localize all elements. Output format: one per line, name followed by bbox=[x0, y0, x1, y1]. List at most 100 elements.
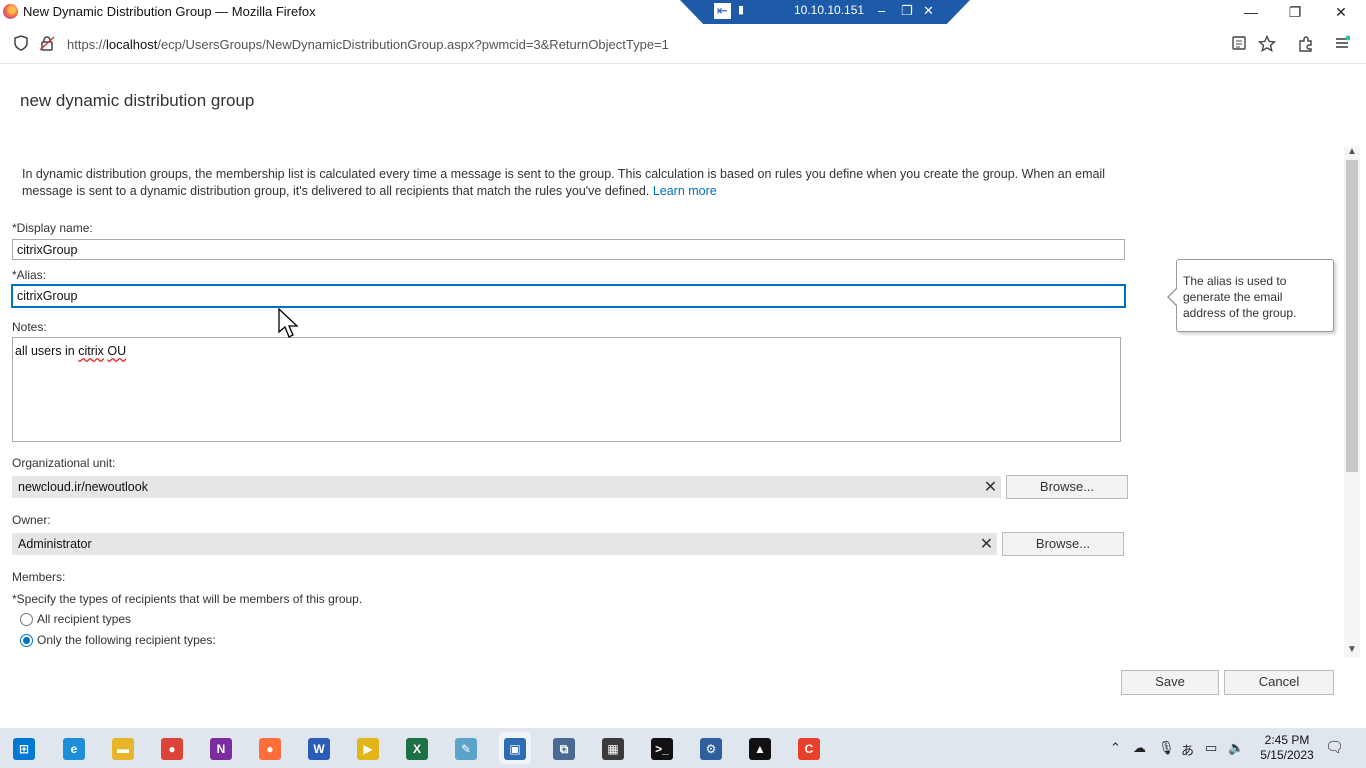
file-explorer-icon[interactable]: ▬ bbox=[107, 732, 139, 764]
file-explorer-icon-glyph: ▬ bbox=[112, 738, 134, 760]
excel-icon-glyph: X bbox=[406, 738, 428, 760]
server-manager-icon-glyph: ▦ bbox=[602, 738, 624, 760]
clock-date: 5/15/2023 bbox=[1260, 748, 1314, 762]
lock-icon[interactable] bbox=[38, 35, 56, 53]
url-prefix: https:// bbox=[67, 37, 107, 52]
save-button[interactable]: Save bbox=[1121, 670, 1219, 695]
org-unit-browse-button[interactable]: Browse... bbox=[1006, 475, 1128, 499]
alias-help-callout: The alias is used to generate the email … bbox=[1176, 259, 1334, 332]
display-name-input[interactable] bbox=[12, 239, 1125, 260]
alias-input[interactable] bbox=[11, 284, 1126, 308]
microphone-icon[interactable]: 🎙 bbox=[1158, 740, 1175, 756]
scroll-up-icon[interactable]: ▲ bbox=[1345, 146, 1359, 158]
admin-tools-icon-glyph: ⚙ bbox=[700, 738, 722, 760]
extensions-icon[interactable] bbox=[1297, 35, 1315, 53]
scrollbar-thumb[interactable] bbox=[1346, 160, 1358, 472]
menu-icon[interactable] bbox=[1333, 35, 1351, 53]
page-title: new dynamic distribution group bbox=[20, 91, 255, 110]
firefox-icon[interactable]: ● bbox=[254, 732, 286, 764]
server-manager-icon[interactable]: ▦ bbox=[597, 732, 629, 764]
owner-label: Owner: bbox=[12, 513, 51, 527]
remote-minimize-button[interactable]: – bbox=[878, 3, 885, 18]
notes-label: Notes: bbox=[12, 320, 47, 334]
callout-arrow-fill bbox=[1169, 289, 1177, 305]
bookmark-star-icon[interactable] bbox=[1257, 34, 1277, 53]
radio-label-only[interactable]: Only the following recipient types: bbox=[37, 633, 216, 647]
onenote-icon-glyph: N bbox=[210, 738, 232, 760]
notes-misspelled-word: citrix bbox=[78, 344, 104, 358]
members-label: Members: bbox=[12, 570, 66, 584]
word-icon-glyph: W bbox=[308, 738, 330, 760]
photos-icon[interactable]: ▲ bbox=[744, 732, 776, 764]
members-instruction: *Specify the types of recipients that wi… bbox=[12, 592, 363, 606]
remote-restore-button[interactable]: ❐ bbox=[901, 3, 913, 19]
taskbar-clock[interactable]: 2:45 PM 5/15/2023 bbox=[1255, 733, 1319, 763]
intro-text: In dynamic distribution groups, the memb… bbox=[22, 166, 1122, 200]
url-host: localhost bbox=[106, 37, 158, 52]
vmware-player-icon[interactable]: ▶ bbox=[352, 732, 384, 764]
remote-host: 10.10.10.151 bbox=[794, 3, 865, 17]
url-path: /ecp/UsersGroups/NewDynamicDistributionG… bbox=[157, 37, 669, 52]
restore-button[interactable]: ❐ bbox=[1272, 0, 1318, 24]
pin-icon[interactable]: ⇤ bbox=[714, 3, 731, 19]
shield-icon[interactable] bbox=[12, 35, 30, 53]
close-window-button[interactable]: ✕ bbox=[1318, 0, 1364, 24]
remote-close-button[interactable]: ✕ bbox=[923, 3, 934, 19]
clock-time: 2:45 PM bbox=[1264, 733, 1310, 747]
network-icon[interactable]: ▭ bbox=[1205, 740, 1217, 756]
radio-label-all[interactable]: All recipient types bbox=[37, 612, 131, 626]
minimize-button[interactable]: — bbox=[1228, 0, 1274, 24]
app-c-icon-glyph: C bbox=[798, 738, 820, 760]
radio-all-recipient-types[interactable] bbox=[20, 613, 33, 626]
signal-icon: ▮ bbox=[738, 4, 745, 16]
display-name-label: *Display name: bbox=[12, 221, 93, 235]
volume-icon[interactable]: 🔈 bbox=[1228, 740, 1244, 756]
terminal-icon[interactable]: >_ bbox=[646, 732, 678, 764]
reader-view-icon[interactable] bbox=[1230, 35, 1248, 53]
remote-desktop-bar: ⇤ ▮ 10.10.10.151 – ❐ ✕ bbox=[680, 0, 970, 24]
notification-icon[interactable]: 🗨 bbox=[1325, 738, 1344, 756]
firefox-logo-icon bbox=[3, 4, 18, 19]
network-tool-icon[interactable]: ⧉ bbox=[548, 732, 580, 764]
windows-start-icon[interactable]: ⊞ bbox=[8, 732, 40, 764]
edge-icon-glyph: e bbox=[63, 738, 85, 760]
scroll-down-icon[interactable]: ▼ bbox=[1345, 644, 1359, 656]
windows-start-icon-glyph: ⊞ bbox=[13, 738, 35, 760]
org-unit-label: Organizational unit: bbox=[12, 456, 116, 470]
chrome-icon[interactable]: ● bbox=[156, 732, 188, 764]
chrome-icon-glyph: ● bbox=[161, 738, 183, 760]
org-unit-clear-icon[interactable]: ✕ bbox=[980, 476, 1001, 498]
ime-icon[interactable]: あ bbox=[1181, 740, 1194, 759]
network-tool-icon-glyph: ⧉ bbox=[553, 738, 575, 760]
navbar-divider bbox=[0, 63, 1366, 64]
edge-icon[interactable]: e bbox=[58, 732, 90, 764]
firefox-icon-glyph: ● bbox=[259, 738, 281, 760]
onenote-icon[interactable]: N bbox=[205, 732, 237, 764]
notepad-icon-glyph: ✎ bbox=[455, 738, 477, 760]
owner-browse-button[interactable]: Browse... bbox=[1002, 532, 1124, 556]
cancel-button[interactable]: Cancel bbox=[1224, 670, 1334, 695]
admin-tools-icon[interactable]: ⚙ bbox=[695, 732, 727, 764]
notepad-icon[interactable]: ✎ bbox=[450, 732, 482, 764]
owner-field: Administrator bbox=[12, 533, 976, 555]
excel-icon[interactable]: X bbox=[401, 732, 433, 764]
radio-only-following-types[interactable] bbox=[20, 634, 33, 647]
notes-misspelled-word: OU bbox=[107, 344, 127, 358]
remote-desktop-icon[interactable]: ▣ bbox=[499, 732, 531, 764]
intro-paragraph: In dynamic distribution groups, the memb… bbox=[22, 167, 1105, 198]
terminal-icon-glyph: >_ bbox=[651, 738, 673, 760]
app-c-icon[interactable]: C bbox=[793, 732, 825, 764]
notes-text: all users in bbox=[15, 344, 79, 358]
learn-more-link[interactable]: Learn more bbox=[653, 184, 717, 198]
notes-textarea[interactable]: all users in citrix OU bbox=[12, 337, 1121, 442]
onedrive-icon[interactable]: ☁ bbox=[1133, 740, 1146, 756]
remote-desktop-icon-glyph: ▣ bbox=[504, 738, 526, 760]
org-unit-field: newcloud.ir/newoutlook bbox=[12, 476, 980, 498]
owner-clear-icon[interactable]: ✕ bbox=[976, 533, 997, 555]
window-title: New Dynamic Distribution Group — Mozilla… bbox=[23, 4, 316, 19]
url-field[interactable]: https://localhost/ecp/UsersGroups/NewDyn… bbox=[67, 37, 669, 52]
chevron-up-icon[interactable]: ⌃ bbox=[1110, 740, 1121, 756]
alias-label: *Alias: bbox=[12, 268, 47, 282]
word-icon[interactable]: W bbox=[303, 732, 335, 764]
mouse-cursor-icon bbox=[278, 308, 299, 338]
